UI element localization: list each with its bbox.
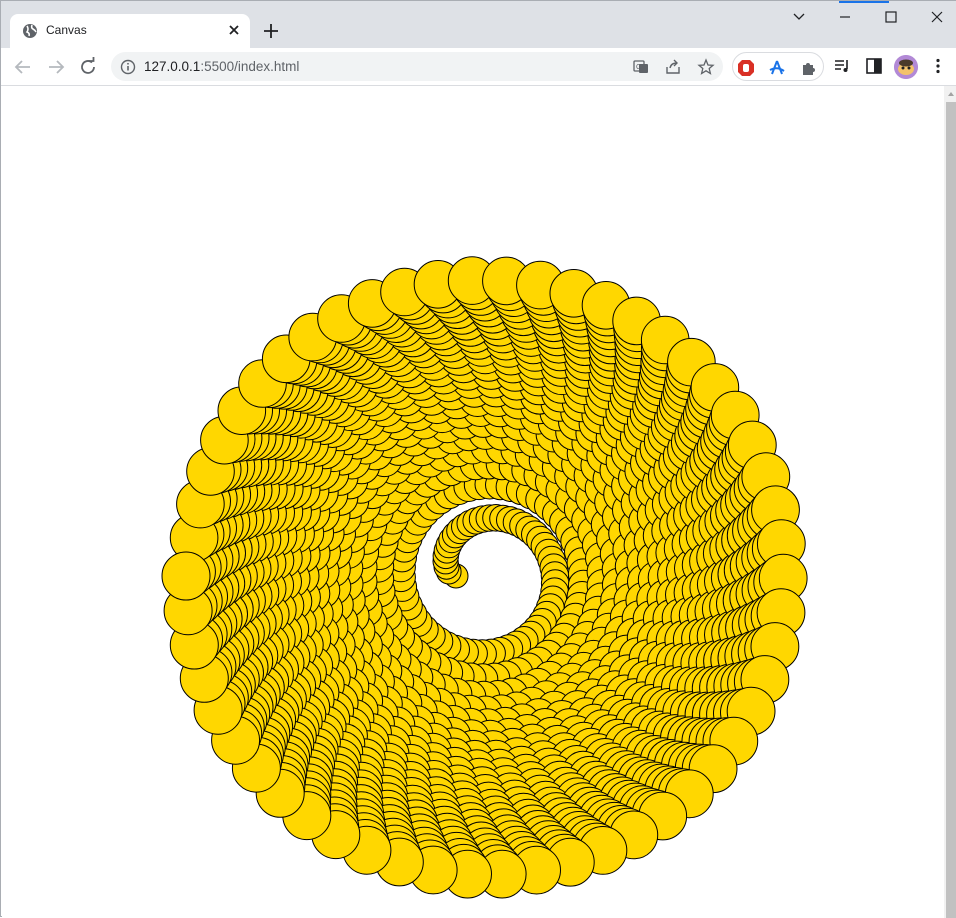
- media-queue-icon[interactable]: [833, 57, 851, 75]
- back-icon[interactable]: [12, 56, 34, 78]
- scroll-up-arrow-icon[interactable]: [946, 89, 956, 99]
- forward-icon[interactable]: [45, 56, 67, 78]
- page-viewport: [2, 86, 944, 918]
- close-icon[interactable]: [927, 7, 947, 27]
- url-text: 127.0.0.1:5500/index.html: [144, 59, 299, 74]
- minimize-icon[interactable]: [835, 7, 855, 27]
- browser-toolbar: 127.0.0.1:5500/index.html G: [1, 48, 956, 86]
- info-icon[interactable]: [120, 59, 136, 75]
- more-menu-icon[interactable]: [929, 57, 947, 75]
- ublock-icon[interactable]: [737, 59, 755, 77]
- url-path: :5500/index.html: [200, 59, 300, 74]
- address-bar[interactable]: 127.0.0.1:5500/index.html G: [111, 52, 723, 81]
- tab-title: Canvas: [46, 23, 87, 37]
- side-panel-icon[interactable]: [865, 57, 883, 75]
- extensions-group: [732, 52, 824, 81]
- spiral-canvas: [161, 256, 808, 899]
- scrollbar-thumb[interactable]: [946, 102, 956, 918]
- chevron-down-icon[interactable]: [789, 7, 809, 27]
- accent-line: [839, 1, 889, 3]
- browser-window: Canvas 127.0.0.1:5500/index.html G: [0, 0, 956, 918]
- profile-avatar[interactable]: [894, 55, 918, 79]
- reload-icon[interactable]: [77, 56, 99, 78]
- avatar-image: [894, 55, 918, 79]
- vertical-scrollbar[interactable]: [944, 86, 956, 918]
- close-icon[interactable]: [224, 20, 244, 40]
- share-icon[interactable]: [664, 58, 682, 76]
- translate-icon[interactable]: G: [632, 58, 650, 76]
- acrobat-icon[interactable]: [768, 59, 786, 77]
- url-host: 127.0.0.1: [144, 59, 201, 74]
- tab-canvas[interactable]: Canvas: [10, 14, 250, 48]
- title-bar: Canvas: [1, 1, 956, 48]
- spiral-circle: [161, 551, 211, 601]
- star-icon[interactable]: [697, 58, 715, 76]
- maximize-icon[interactable]: [881, 7, 901, 27]
- globe-icon: [23, 24, 37, 38]
- puzzle-icon[interactable]: [800, 59, 818, 77]
- plus-icon[interactable]: [261, 21, 281, 41]
- svg-text:G: G: [636, 64, 641, 71]
